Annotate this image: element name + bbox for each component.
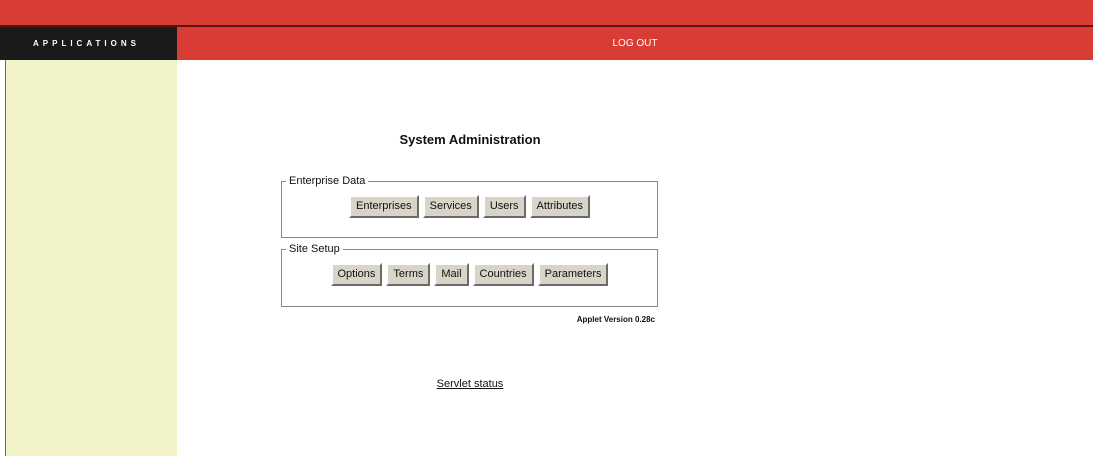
countries-button[interactable]: Countries: [472, 263, 534, 286]
applet-version: Applet Version 0.28c: [576, 315, 655, 324]
site-setup-group: Site Setup Options Terms Mail Countries …: [281, 243, 658, 307]
users-button[interactable]: Users: [482, 195, 526, 218]
enterprise-data-group: Enterprise Data Enterprises Services Use…: [281, 175, 658, 238]
mail-button[interactable]: Mail: [434, 263, 469, 286]
top-stripe: [0, 0, 1093, 27]
parameters-button[interactable]: Parameters: [537, 263, 609, 286]
servlet-status-link[interactable]: Servlet status: [282, 378, 658, 390]
attributes-button[interactable]: Attributes: [529, 195, 591, 218]
enterprises-button[interactable]: Enterprises: [348, 195, 419, 218]
header-bar: APPLICATIONS LOG OUT: [0, 27, 1093, 60]
options-button[interactable]: Options: [330, 263, 383, 286]
site-setup-legend: Site Setup: [289, 243, 340, 255]
services-button[interactable]: Services: [422, 195, 479, 218]
enterprise-data-legend: Enterprise Data: [289, 175, 366, 187]
logout-link[interactable]: LOG OUT: [177, 27, 1093, 60]
page-title: System Administration: [399, 132, 541, 147]
applications-label: APPLICATIONS: [0, 27, 177, 60]
site-setup-buttons: Options Terms Mail Countries Parameters: [282, 263, 657, 286]
enterprise-data-buttons: Enterprises Services Users Attributes: [282, 195, 657, 218]
terms-button[interactable]: Terms: [386, 263, 431, 286]
sidebar: [6, 60, 177, 456]
